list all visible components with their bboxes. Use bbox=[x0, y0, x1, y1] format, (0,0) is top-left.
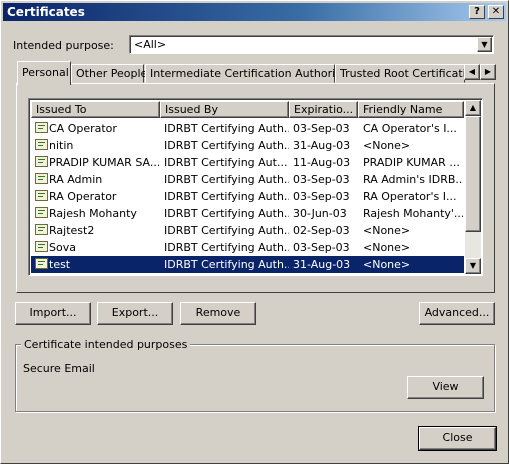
column-header-expiration[interactable]: Expiratio... bbox=[289, 101, 358, 118]
certificate-list[interactable]: Issued To Issued By Expiratio... Friendl… bbox=[28, 98, 483, 276]
certificate-icon bbox=[35, 207, 48, 218]
certificate-icon bbox=[35, 190, 48, 201]
certificates-dialog: Certificates ? ✕ Intended purpose: <All>… bbox=[0, 0, 509, 464]
cell-issued-to: RA Operator bbox=[49, 190, 117, 203]
tab-label: Intermediate Certification Authorities bbox=[150, 67, 356, 80]
cell-issued-to: Rajtest2 bbox=[49, 224, 95, 237]
tab-scroll-left-icon[interactable]: ◀ bbox=[464, 64, 480, 80]
column-header-issued-to[interactable]: Issued To bbox=[31, 101, 160, 118]
scroll-down-icon[interactable]: ▼ bbox=[465, 258, 481, 274]
cell-issued-by: IDRBT Certifying Auth... bbox=[164, 224, 289, 237]
window-title: Certificates bbox=[7, 5, 85, 19]
cell-expiration: 03-Sep-03 bbox=[293, 122, 350, 135]
cell-issued-to: RA Admin bbox=[49, 173, 103, 186]
cell-issued-to: Rajesh Mohanty bbox=[49, 207, 137, 220]
cell-issued-to: nitin bbox=[49, 139, 74, 152]
cell-friendly-name: Rajesh Mohanty'... bbox=[363, 207, 463, 220]
import-button[interactable]: Import... bbox=[15, 302, 91, 325]
table-row[interactable]: Rajtest2 IDRBT Certifying Auth... 02-Sep… bbox=[31, 222, 464, 239]
purpose-combobox[interactable]: <All> ▼ bbox=[129, 35, 494, 54]
cell-expiration: 02-Sep-03 bbox=[293, 224, 350, 237]
table-row[interactable]: CA Operator IDRBT Certifying Auth... 03-… bbox=[31, 120, 464, 137]
table-row[interactable]: nitin IDRBT Certifying Auth... 31-Aug-03… bbox=[31, 137, 464, 154]
scroll-up-icon[interactable]: ▲ bbox=[465, 100, 481, 116]
table-row[interactable]: RA Admin IDRBT Certifying Auth... 03-Sep… bbox=[31, 171, 464, 188]
scroll-thumb[interactable] bbox=[465, 116, 481, 232]
advanced-button[interactable]: Advanced... bbox=[419, 302, 495, 325]
cell-friendly-name: <None> bbox=[363, 258, 411, 271]
certificate-icon bbox=[35, 173, 48, 184]
tab-other-people[interactable]: Other People bbox=[71, 64, 148, 83]
cell-expiration: 03-Sep-03 bbox=[293, 190, 350, 203]
cell-expiration: 11-Aug-03 bbox=[293, 156, 351, 169]
tab-trusted-root[interactable]: Trusted Root Certification bbox=[335, 64, 465, 83]
cell-friendly-name: CA Operator's I... bbox=[363, 122, 457, 135]
purpose-label: Intended purpose: bbox=[13, 39, 114, 52]
cell-issued-by: IDRBT Certifying Auth... bbox=[164, 207, 289, 220]
cell-issued-by: IDRBT Certifying Auth... bbox=[164, 258, 289, 271]
close-window-button[interactable]: ✕ bbox=[488, 5, 504, 19]
certificate-icon bbox=[35, 241, 48, 252]
certificate-icon bbox=[35, 139, 48, 150]
column-header-issued-by[interactable]: Issued By bbox=[160, 101, 289, 118]
table-row[interactable]: Sova IDRBT Certifying Auth... 03-Sep-03 … bbox=[31, 239, 464, 256]
cell-issued-by: IDRBT Certifying Auth... bbox=[164, 190, 289, 203]
certificate-icon bbox=[35, 258, 48, 269]
chevron-down-icon[interactable]: ▼ bbox=[477, 37, 492, 52]
cell-friendly-name: RA Admin's IDRB... bbox=[363, 173, 463, 186]
vertical-scrollbar[interactable]: ▲ ▼ bbox=[465, 100, 481, 274]
certificate-icon bbox=[35, 224, 48, 235]
title-bar[interactable]: Certificates ? ✕ bbox=[3, 3, 506, 21]
table-row[interactable]: PRADIP KUMAR SA... IDRBT Certifying Aut.… bbox=[31, 154, 464, 171]
cell-expiration: 03-Sep-03 bbox=[293, 173, 350, 186]
cell-issued-by: IDRBT Certifying Auth... bbox=[164, 173, 289, 186]
cell-friendly-name: RA Operator's I... bbox=[363, 190, 457, 203]
cell-friendly-name: <None> bbox=[363, 224, 411, 237]
cell-issued-by: IDRBT Certifying Aut... bbox=[164, 156, 288, 169]
certificate-icon bbox=[35, 122, 48, 133]
tab-intermediate-ca[interactable]: Intermediate Certification Authorities bbox=[145, 64, 355, 83]
purposes-value: Secure Email bbox=[23, 362, 95, 375]
column-header-friendly-name[interactable]: Friendly Name bbox=[358, 101, 464, 118]
tab-personal[interactable]: Personal bbox=[17, 61, 71, 85]
cell-expiration: 30-Jun-03 bbox=[293, 207, 347, 220]
certificate-icon bbox=[35, 156, 48, 167]
cell-issued-to: Sova bbox=[49, 241, 76, 254]
table-row[interactable]: RA Operator IDRBT Certifying Auth... 03-… bbox=[31, 188, 464, 205]
view-button[interactable]: View bbox=[407, 376, 484, 399]
cell-expiration: 31-Aug-03 bbox=[293, 139, 351, 152]
tab-label: Personal bbox=[22, 66, 69, 79]
cell-friendly-name: <None> bbox=[363, 241, 411, 254]
cell-issued-by: IDRBT Certifying Auth... bbox=[164, 139, 289, 152]
help-button[interactable]: ? bbox=[469, 5, 485, 19]
tab-scroll-right-icon[interactable]: ▶ bbox=[480, 64, 496, 80]
cell-issued-by: IDRBT Certifying Auth... bbox=[164, 241, 289, 254]
close-button[interactable]: Close bbox=[418, 426, 497, 451]
cell-issued-to: CA Operator bbox=[49, 122, 117, 135]
cell-expiration: 03-Sep-03 bbox=[293, 241, 350, 254]
purpose-value: <All> bbox=[134, 38, 167, 51]
cell-issued-by: IDRBT Certifying Auth... bbox=[164, 122, 289, 135]
cell-issued-to: PRADIP KUMAR SA... bbox=[49, 156, 159, 169]
cell-expiration: 31-Aug-03 bbox=[293, 258, 351, 271]
export-button[interactable]: Export... bbox=[97, 302, 173, 325]
cell-friendly-name: <None> bbox=[363, 139, 411, 152]
purposes-group-title: Certificate intended purposes bbox=[21, 338, 191, 351]
table-row-selected[interactable]: test IDRBT Certifying Auth... 31-Aug-03 … bbox=[31, 256, 464, 273]
table-row[interactable]: Rajesh Mohanty IDRBT Certifying Auth... … bbox=[31, 205, 464, 222]
remove-button[interactable]: Remove bbox=[180, 302, 256, 325]
cell-issued-to: test bbox=[49, 258, 71, 271]
tab-label: Other People bbox=[76, 67, 148, 80]
cell-friendly-name: PRADIP KUMAR ... bbox=[363, 156, 460, 169]
tab-label: Trusted Root Certification bbox=[340, 67, 465, 80]
